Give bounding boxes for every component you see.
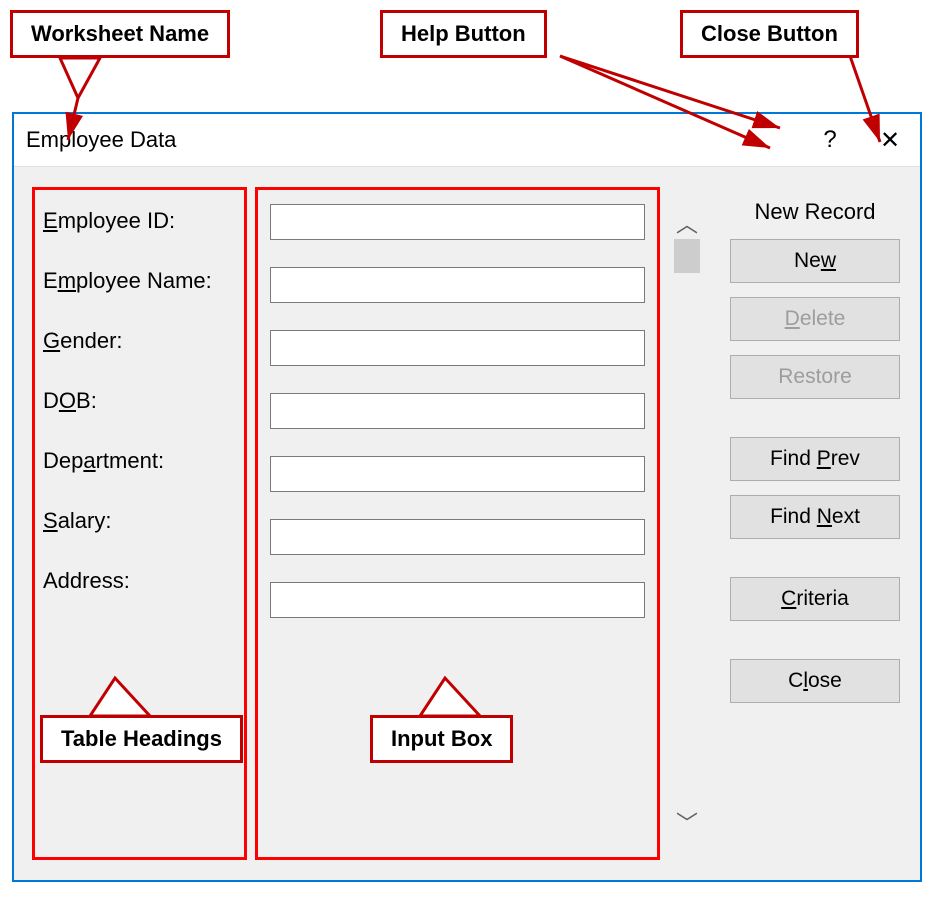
label-employee-id: Employee ID:	[43, 208, 236, 234]
label-employee-name: Employee Name:	[43, 268, 236, 294]
delete-button[interactable]: Delete	[730, 297, 900, 341]
data-form-dialog: Employee Data ? ✕ Employee ID: Employee …	[12, 112, 922, 882]
input-department[interactable]	[270, 456, 645, 492]
find-prev-button[interactable]: Find Prev	[730, 437, 900, 481]
scroll-up-icon[interactable]: ︿	[676, 207, 698, 239]
scroll-thumb[interactable]	[674, 239, 700, 273]
input-salary[interactable]	[270, 519, 645, 555]
button-group: New Delete Restore Find Prev Find Next C…	[730, 239, 900, 703]
callout-close-button: Close Button	[680, 10, 859, 58]
label-salary: Salary:	[43, 508, 236, 534]
question-icon: ?	[823, 126, 836, 154]
label-department: Department:	[43, 448, 236, 474]
dialog-body: Employee ID: Employee Name: Gender: DOB:…	[14, 167, 920, 880]
criteria-button[interactable]: Criteria	[730, 577, 900, 621]
close-form-button[interactable]: Close	[730, 659, 900, 703]
titlebar: Employee Data ? ✕	[14, 114, 920, 167]
new-button[interactable]: New	[730, 239, 900, 283]
dialog-title: Employee Data	[26, 127, 800, 153]
input-employee-name[interactable]	[270, 267, 645, 303]
callout-table-headings: Table Headings	[40, 715, 243, 763]
input-gender[interactable]	[270, 330, 645, 366]
buttons-column: New Record New Delete Restore Find Prev …	[706, 187, 902, 860]
scroll-down-icon[interactable]: ﹀	[676, 806, 698, 838]
close-button[interactable]: ✕	[860, 114, 920, 167]
label-gender: Gender:	[43, 328, 236, 354]
input-dob[interactable]	[270, 393, 645, 429]
callout-worksheet-name: Worksheet Name	[10, 10, 230, 58]
input-employee-id[interactable]	[270, 204, 645, 240]
help-button[interactable]: ?	[800, 114, 860, 167]
label-address: Address:	[43, 568, 236, 594]
close-icon: ✕	[880, 126, 900, 155]
callout-input-box: Input Box	[370, 715, 513, 763]
label-dob: DOB:	[43, 388, 236, 414]
restore-button[interactable]: Restore	[730, 355, 900, 399]
input-address[interactable]	[270, 582, 645, 618]
callout-help-button: Help Button	[380, 10, 547, 58]
find-next-button[interactable]: Find Next	[730, 495, 900, 539]
scroll-column: ︿ ﹀	[672, 187, 706, 860]
record-status: New Record	[754, 199, 875, 225]
